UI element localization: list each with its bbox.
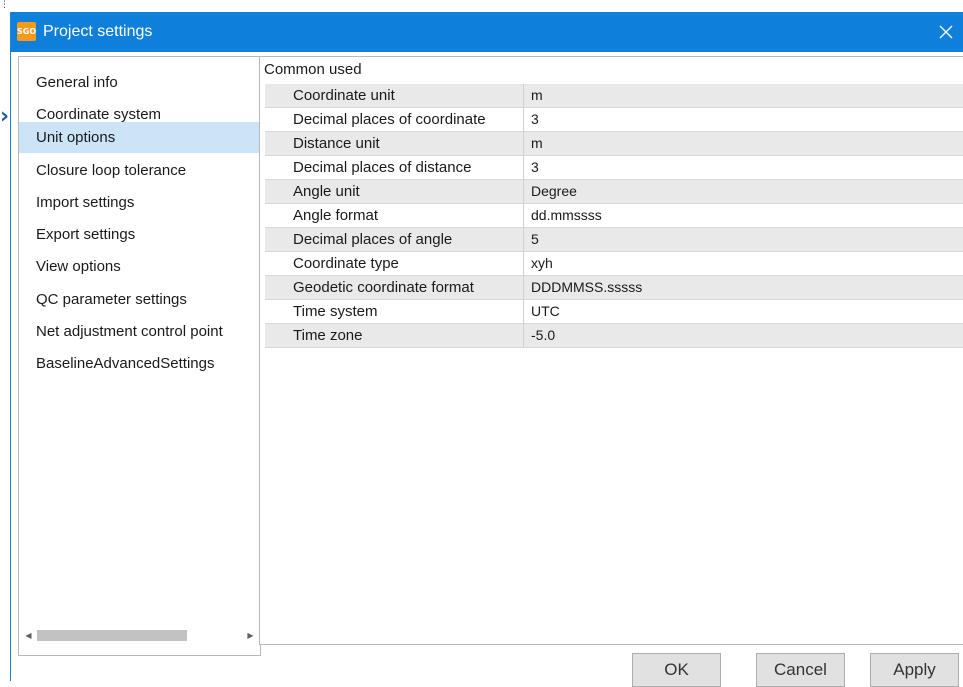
property-value[interactable]: m <box>524 132 963 155</box>
background-glyph-fragment: › <box>0 104 10 129</box>
apply-button[interactable]: Apply <box>870 653 959 687</box>
property-value[interactable]: DDDMMSS.sssss <box>524 276 963 299</box>
dialog-title: Project settings <box>43 23 153 40</box>
property-row: Time system UTC <box>265 300 963 324</box>
nav-item-net-adjustment-control-point[interactable]: Net adjustment control point <box>19 316 260 347</box>
property-row: Coordinate type xyh <box>265 252 963 276</box>
property-row: Distance unit m <box>265 132 963 156</box>
property-value[interactable]: UTC <box>524 300 963 323</box>
property-row: Time zone -5.0 <box>265 324 963 348</box>
property-name: Angle unit <box>265 180 524 203</box>
app-logo: SGO <box>17 22 36 41</box>
property-value[interactable]: 3 <box>524 108 963 131</box>
scroll-right-icon[interactable]: ▶ <box>242 627 259 644</box>
property-row: Angle unit Degree <box>265 180 963 204</box>
property-value[interactable]: m <box>524 84 963 107</box>
project-settings-dialog: SGO Project settings General info Coordi… <box>10 12 963 687</box>
property-name: Time system <box>265 300 524 323</box>
background-menu-dots: ⋮ <box>0 0 9 9</box>
nav-horizontal-scrollbar[interactable]: ◀ ▶ <box>20 627 259 644</box>
dialog-titlebar[interactable]: SGO Project settings <box>11 12 963 52</box>
nav-item-unit-options[interactable]: Unit options <box>19 122 260 153</box>
group-header-common-used: Common used <box>264 61 362 78</box>
property-row: Coordinate unit m <box>265 84 963 108</box>
property-name: Decimal places of coordinate <box>265 108 524 131</box>
property-name: Coordinate unit <box>265 84 524 107</box>
property-name: Time zone <box>265 324 524 347</box>
property-value[interactable]: 5 <box>524 228 963 251</box>
property-grid: Common used Coordinate unit m Decimal pl… <box>259 56 963 645</box>
nav-item-baseline-advanced-settings[interactable]: BaselineAdvancedSettings <box>19 348 260 379</box>
property-value[interactable]: -5.0 <box>524 324 963 347</box>
property-row: Decimal places of angle 5 <box>265 228 963 252</box>
nav-item-view-options[interactable]: View options <box>19 251 260 282</box>
nav-item-import-settings[interactable]: Import settings <box>19 187 260 218</box>
property-name: Decimal places of angle <box>265 228 524 251</box>
property-value[interactable]: xyh <box>524 252 963 275</box>
property-value[interactable]: dd.mmssss <box>524 204 963 227</box>
nav-item-general-info[interactable]: General info <box>19 67 260 98</box>
scroll-left-icon[interactable]: ◀ <box>20 627 37 644</box>
property-row: Decimal places of distance 3 <box>265 156 963 180</box>
property-name: Distance unit <box>265 132 524 155</box>
property-value[interactable]: 3 <box>524 156 963 179</box>
background-window-strip: ⋮ <box>0 0 963 12</box>
property-row: Angle format dd.mmssss <box>265 204 963 228</box>
nav-item-export-settings[interactable]: Export settings <box>19 219 260 250</box>
close-icon[interactable] <box>934 20 958 44</box>
nav-item-closure-loop-tolerance[interactable]: Closure loop tolerance <box>19 155 260 186</box>
nav-item-qc-parameter-settings[interactable]: QC parameter settings <box>19 284 260 315</box>
property-row: Decimal places of coordinate 3 <box>265 108 963 132</box>
property-name: Decimal places of distance <box>265 156 524 179</box>
property-row: Geodetic coordinate format DDDMMSS.sssss <box>265 276 963 300</box>
property-name: Geodetic coordinate format <box>265 276 524 299</box>
property-name: Coordinate type <box>265 252 524 275</box>
ok-button[interactable]: OK <box>632 653 721 687</box>
property-value[interactable]: Degree <box>524 180 963 203</box>
property-name: Angle format <box>265 204 524 227</box>
scrollbar-thumb[interactable] <box>37 630 187 641</box>
cancel-button[interactable]: Cancel <box>756 653 845 687</box>
settings-nav-list: General info Coordinate system Unit opti… <box>18 56 261 656</box>
